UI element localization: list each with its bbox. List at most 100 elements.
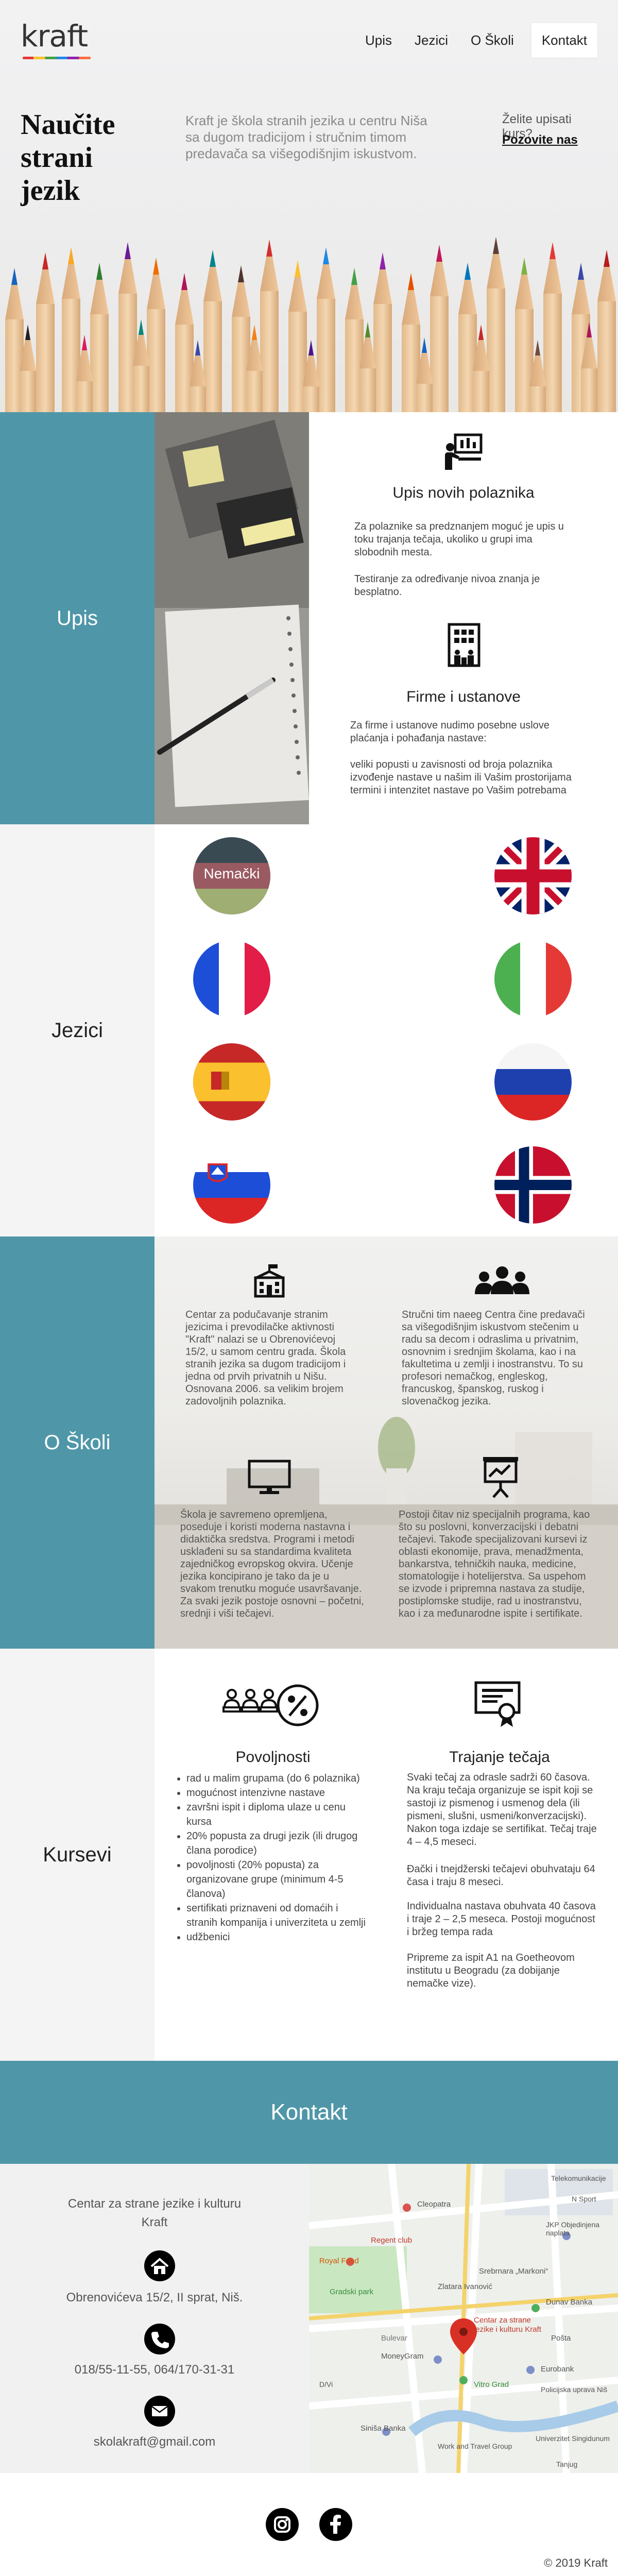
map-label-posta: Pošta: [551, 2334, 571, 2343]
trajanje-p2: Đački i tnejdžerski tečajevi obuhvataju …: [407, 1863, 595, 1888]
home-icon: [144, 2250, 175, 2281]
upis-section-label: Upis: [0, 412, 154, 824]
map-label-work: Work and Travel Group: [438, 2442, 512, 2450]
about-col4: Postoji čitav niz specijalnih programa, …: [399, 1509, 590, 1619]
trajanje-title: Trajanje tečaja: [449, 1749, 550, 1766]
certificate-icon: [474, 1681, 521, 1727]
oskoli-label-text: O Školi: [44, 1431, 111, 1454]
map-label-moneygram: MoneyGram: [381, 2352, 424, 2361]
povoljnosti-title: Povoljnosti: [235, 1749, 311, 1766]
about-col3: Škola je savremeno opremljena, poseduje …: [180, 1509, 364, 1619]
nav-jezici[interactable]: Jezici: [409, 25, 453, 56]
map-label-ivanovic: Zlatara Ivanović: [438, 2282, 492, 2291]
nav-upis[interactable]: Upis: [360, 25, 397, 56]
copyright: © 2019 Kraft: [544, 2556, 608, 2569]
kontakt-title: Kontakt: [270, 2099, 348, 2125]
map-label-eurobank: Eurobank: [541, 2365, 574, 2374]
contact-address: Obrenovićeva 15/2, II sprat, Niš.: [66, 2291, 243, 2304]
kursevi-section-label: Kursevi: [0, 1649, 154, 2061]
upis-new-p2: Testiranje za određivanje nivoa znanja j…: [354, 573, 540, 598]
contact-org: Centar za strane jezike i kulturu Kraft: [67, 2197, 242, 2229]
kraft-logo[interactable]: kraft: [21, 21, 93, 62]
list-item: povoljnosti (20% popusta) za organizovan…: [186, 1858, 371, 1901]
map-label-dunav: Dunav Banka: [546, 2298, 593, 2307]
facebook-icon[interactable]: [319, 2508, 352, 2541]
list-item: udžbenici: [186, 1930, 371, 1944]
about-col2: Stručni tim naeeg Centra čine predavači …: [402, 1309, 585, 1407]
trajanje-p3: Individualna nastava obuhvata 40 časova …: [407, 1901, 596, 1938]
hero-title: Naučite strani jezik: [21, 109, 115, 207]
upis-firme-p1: Za firme i ustanove nudimo posebne uslov…: [350, 720, 550, 744]
trajanje-p1: Svaki tečaj za odrasle sadrži 60 časova.…: [407, 1772, 597, 1848]
list-item: rad u malim grupama (do 6 polaznika): [186, 1771, 371, 1786]
povoljnosti-list: rad u malim grupama (do 6 polaznika) mog…: [175, 1771, 371, 1944]
phone-icon: [144, 2324, 175, 2354]
map-label-univerzitet: Univerzitet Singidunum: [536, 2434, 610, 2443]
courses: Povoljnosti rad u malim grupama (do 6 po…: [154, 1649, 618, 2061]
map-label-jkp: JKP Objedinjena naplata: [546, 2221, 600, 2237]
nav-kontakt[interactable]: Kontakt: [531, 23, 597, 58]
map-label-cleopatra: Cleopatra: [417, 2200, 451, 2209]
map-pin-label: Centar za strane jezike i kulturu Kraft: [474, 2316, 541, 2334]
map-label-royal: Royal Food: [319, 2257, 359, 2265]
norway-flag[interactable]: [494, 1146, 572, 1224]
upis-firme-title: Firme i ustanove: [406, 688, 521, 705]
jezici-section-label: Jezici: [0, 824, 154, 1236]
upis-firme-p2: veliki popusti u zavisnosti od broja pol…: [350, 759, 572, 796]
map-label-sinisa: Siniša Banka: [360, 2424, 406, 2433]
oskoli-section-label: O Školi: [0, 1236, 154, 1649]
facebook-glyph: [330, 2515, 341, 2534]
slovenia-flag[interactable]: [193, 1146, 270, 1224]
german-flag[interactable]: Nemački: [193, 837, 270, 914]
map-label-policija: Policijska uprava Niš: [541, 2385, 608, 2394]
email-icon: [144, 2396, 175, 2427]
logo-text: kraft: [21, 19, 88, 54]
flag-caption: Nemački: [203, 866, 260, 882]
uk-flag[interactable]: [494, 837, 572, 914]
about-school: Centar za podučavanje stranim jezicima i…: [154, 1236, 618, 1649]
kontakt-banner: Kontakt: [0, 2061, 618, 2164]
main-nav: Upis Jezici O Školi Kontakt: [350, 22, 597, 59]
instagram-icon[interactable]: [266, 2508, 299, 2541]
list-item: mogućnost intenzivne nastave: [186, 1786, 371, 1800]
hero-section: kraft Upis Jezici O Školi Kontakt Naučit…: [0, 0, 618, 412]
nav-o-skoli[interactable]: O Školi: [466, 25, 519, 56]
upis-new-p1: Za polaznike sa predznanjem moguć je upi…: [354, 521, 564, 558]
contact-phone[interactable]: 018/55-11-55, 064/170-31-31: [0, 2363, 309, 2377]
france-flag[interactable]: [193, 940, 270, 1018]
contact-info: Centar za strane jezike i kulturu Kraft …: [0, 2164, 309, 2473]
teacher-board-icon: [445, 433, 483, 470]
map-art: [309, 2164, 618, 2473]
map-label-nsport: N Sport: [572, 2195, 596, 2203]
map-label-vitro: Vitro Grad: [474, 2380, 509, 2389]
jezici-label-text: Jezici: [51, 1019, 104, 1042]
about-col1: Centar za podučavanje stranim jezicima i…: [185, 1309, 346, 1407]
list-item: sertifikati priznaveni od domaćih i stra…: [186, 1901, 371, 1930]
list-item: završni ispit i diploma ulaze u cenu kur…: [186, 1800, 371, 1829]
pencils-illustration: [5, 237, 616, 412]
upis-new-title: Upis novih polaznika: [392, 484, 535, 501]
logo-color-bar: [23, 57, 91, 59]
office-building-icon: [448, 623, 480, 667]
monitor-icon: [248, 1460, 291, 1494]
notebook-photo: [154, 412, 309, 824]
spain-flag[interactable]: [193, 1043, 270, 1121]
presentation-icon: [483, 1457, 518, 1498]
trajanje-p4: Pripreme za ispit A1 na Goetheovom insti…: [407, 1952, 575, 1989]
team-people-icon: [475, 1266, 529, 1294]
russia-flag[interactable]: [494, 1043, 572, 1121]
notebook-photo-art: [154, 412, 309, 824]
school-building-icon: [254, 1264, 285, 1298]
map-label-markoni: Srebrnara „Markoni“: [479, 2267, 548, 2276]
upis-label-text: Upis: [56, 606, 98, 630]
map-label-dvi: D/Vi: [319, 2380, 333, 2388]
map-label-telecom: Telekomunikacije: [551, 2174, 606, 2182]
upis-content: Upis novih polaznika Za polaznike sa pre…: [309, 412, 618, 824]
call-us-link[interactable]: Pozovite nas: [502, 133, 578, 147]
contact-email[interactable]: skolakraft@gmail.com: [0, 2435, 309, 2449]
list-item: 20% popusta za drugi jezik (ili drugog č…: [186, 1829, 371, 1858]
footer: [0, 2473, 618, 2576]
italy-flag[interactable]: [494, 940, 572, 1018]
google-map[interactable]: Centar za strane jezike i kulturu Kraft …: [309, 2164, 618, 2473]
map-label-bulevar: Bulevar: [381, 2334, 407, 2343]
